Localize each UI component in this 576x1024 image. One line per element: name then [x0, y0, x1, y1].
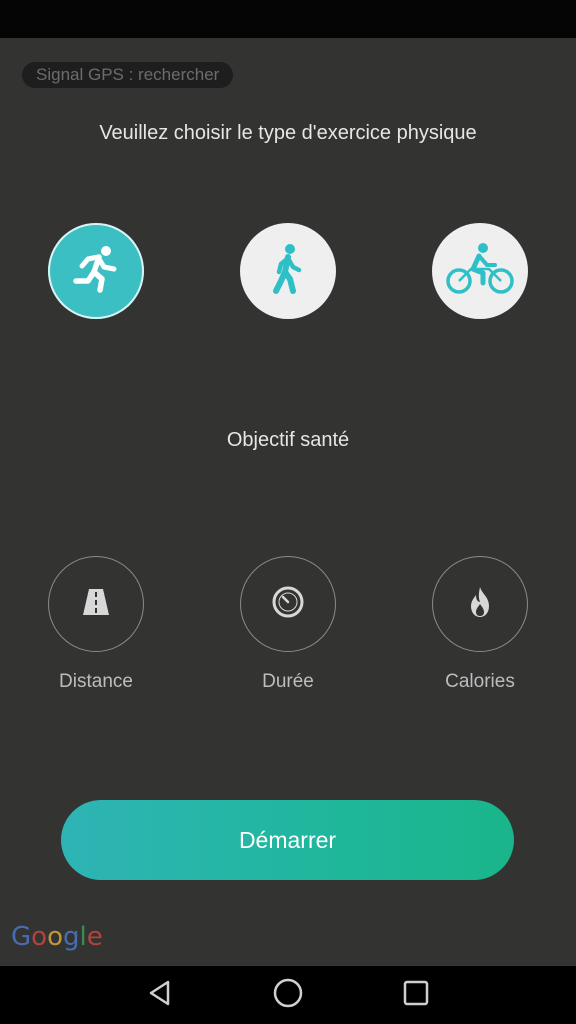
recents-button[interactable]	[396, 976, 436, 1014]
exercise-type-prompt: Veuillez choisir le type d'exercice phys…	[99, 122, 477, 144]
stopwatch-icon	[270, 584, 306, 625]
cycling-icon	[445, 241, 515, 302]
google-logo: Google	[11, 922, 103, 952]
gps-status-badge: Signal GPS : rechercher	[22, 62, 234, 88]
goal-distance-label: Distance	[59, 671, 133, 692]
home-icon	[272, 977, 304, 1014]
health-goal-title: Objectif santé	[226, 429, 350, 451]
flame-icon	[465, 585, 495, 624]
running-icon	[68, 241, 124, 302]
exercise-type-walking-button[interactable]	[240, 223, 336, 319]
recents-icon	[402, 979, 430, 1012]
goal-distance-button[interactable]	[48, 556, 144, 652]
status-bar	[0, 0, 576, 38]
exercise-type-running-button[interactable]	[48, 223, 144, 319]
gps-status-text: Signal GPS : rechercher	[36, 65, 220, 84]
navigation-bar	[0, 966, 576, 1024]
start-button-label: Démarrer	[238, 826, 337, 853]
home-button[interactable]	[268, 976, 308, 1014]
goal-calories-button[interactable]	[432, 556, 528, 652]
main-screen: Signal GPS : rechercher Veuillez choisir…	[0, 38, 576, 966]
goal-calories-label: Calories	[445, 671, 515, 692]
back-icon	[146, 979, 174, 1012]
back-button[interactable]	[140, 976, 180, 1014]
walking-icon	[260, 241, 316, 302]
start-button[interactable]: Démarrer	[61, 800, 514, 880]
exercise-type-cycling-button[interactable]	[432, 223, 528, 319]
road-icon	[80, 586, 112, 623]
goal-duration-button[interactable]	[240, 556, 336, 652]
goal-duration-label: Durée	[262, 671, 314, 692]
